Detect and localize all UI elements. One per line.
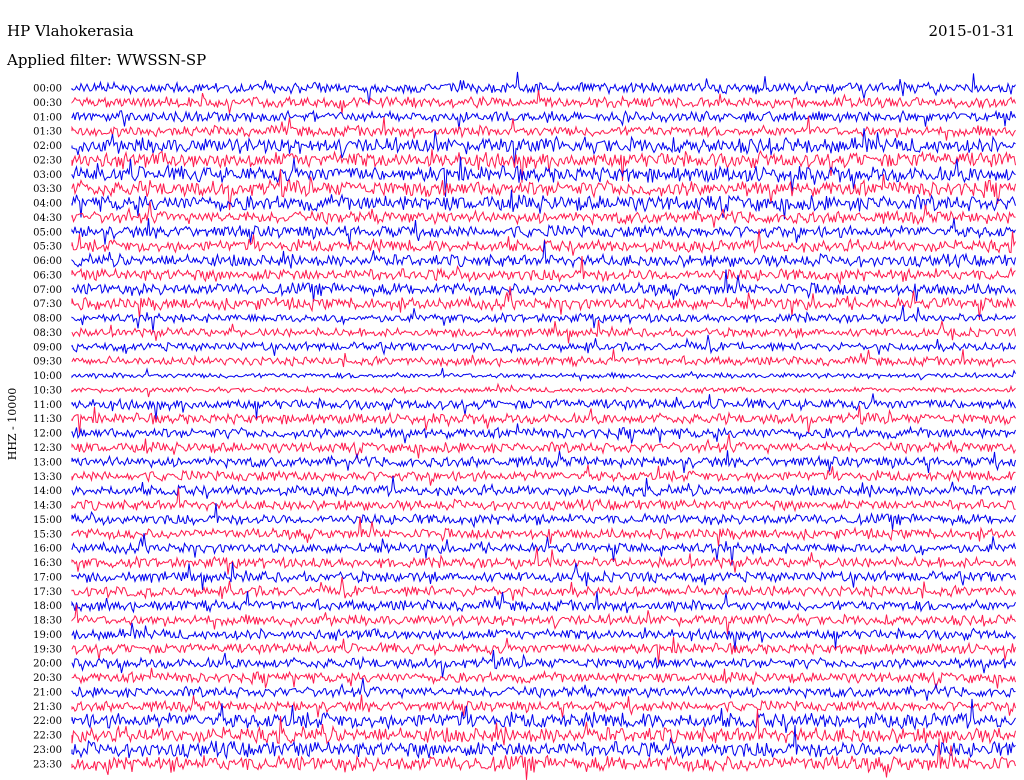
time-tick-labels: 00:00 00:30 01:00 01:30 02:00 02:30 03:00 03:30…	[33, 84, 62, 771]
tick-label-0830: 08:30	[33, 328, 62, 339]
trace-row-0900	[71, 334, 1016, 356]
trace-row-0230	[71, 149, 1016, 183]
trace-row-0830	[71, 320, 1016, 344]
trace-row-1400	[71, 476, 1016, 499]
tick-label-2330: 23:30	[33, 759, 62, 770]
trace-row-0930	[71, 349, 1016, 368]
trace-row-2100	[71, 678, 1016, 701]
trace-row-1700	[71, 562, 1016, 590]
tick-label-0400: 04:00	[33, 199, 62, 210]
tick-label-0930: 09:30	[33, 357, 62, 368]
trace-row-0330	[71, 168, 1016, 211]
trace-row-0100	[71, 109, 1016, 130]
trace-row-1200	[71, 423, 1016, 444]
trace-row-1500	[71, 503, 1016, 531]
trace-row-0430	[71, 201, 1016, 228]
tick-label-0330: 03:30	[33, 184, 62, 195]
tick-label-1600: 16:00	[33, 544, 62, 555]
trace-row-1030	[71, 382, 1016, 398]
tick-label-0030: 00:30	[33, 98, 62, 109]
y-axis-label: HHZ - 10000	[6, 388, 19, 461]
seismic-traces	[71, 71, 1016, 780]
tick-label-0600: 06:00	[33, 256, 62, 267]
tick-label-1230: 12:30	[33, 443, 62, 454]
tick-label-1500: 15:00	[33, 515, 62, 526]
tick-label-1000: 10:00	[33, 371, 62, 382]
trace-row-1330	[71, 464, 1016, 486]
trace-row-1230	[71, 433, 1016, 460]
tick-label-2030: 20:30	[33, 673, 62, 684]
applied-filter: Applied filter: WWSSN-SP	[6, 51, 206, 69]
tick-label-1430: 14:30	[33, 501, 62, 512]
tick-label-2100: 21:00	[33, 688, 62, 699]
tick-label-0230: 02:30	[33, 155, 62, 166]
trace-row-0500	[71, 218, 1016, 245]
tick-label-0730: 07:30	[33, 299, 62, 310]
tick-label-0100: 01:00	[33, 112, 62, 123]
trace-row-2030	[71, 667, 1016, 690]
tick-label-1400: 14:00	[33, 486, 62, 497]
tick-label-0700: 07:00	[33, 285, 62, 296]
tick-label-0530: 05:30	[33, 242, 62, 253]
station-title: HP Vlahokerasia	[7, 22, 134, 40]
tick-label-1730: 17:30	[33, 587, 62, 598]
tick-label-1930: 19:30	[33, 644, 62, 655]
tick-label-0800: 08:00	[33, 314, 62, 325]
trace-row-2230	[71, 709, 1016, 746]
trace-row-2330	[71, 738, 1016, 780]
tick-label-1700: 17:00	[33, 572, 62, 583]
tick-label-0430: 04:30	[33, 213, 62, 224]
trace-row-2130	[71, 694, 1016, 718]
trace-row-0800	[71, 305, 1016, 333]
tick-label-0630: 06:30	[33, 270, 62, 281]
tick-label-1100: 11:00	[33, 400, 62, 411]
tick-label-2000: 20:00	[33, 659, 62, 670]
tick-label-2230: 22:30	[33, 731, 62, 742]
tick-label-1530: 15:30	[33, 529, 62, 540]
record-date: 2015-01-31	[929, 22, 1015, 40]
tick-label-1030: 10:30	[33, 386, 62, 397]
tick-label-1200: 12:00	[33, 429, 62, 440]
helicorder-chart: HP Vlahokerasia 2015-01-31 Applied filte…	[0, 0, 1016, 780]
tick-label-0300: 03:00	[33, 170, 62, 181]
tick-label-0200: 02:00	[33, 141, 62, 152]
tick-label-2300: 23:00	[33, 745, 62, 756]
trace-row-1830	[71, 604, 1016, 635]
tick-label-1300: 13:00	[33, 457, 62, 468]
trace-row-1130	[71, 405, 1016, 434]
tick-label-1630: 16:30	[33, 558, 62, 569]
tick-label-0900: 09:00	[33, 342, 62, 353]
trace-row-1000	[71, 367, 1016, 382]
trace-row-0030	[71, 89, 1016, 114]
tick-label-2130: 21:30	[33, 702, 62, 713]
tick-label-2200: 22:00	[33, 716, 62, 727]
tick-label-0130: 01:30	[33, 127, 62, 138]
tick-label-1800: 18:00	[33, 601, 62, 612]
tick-label-1130: 11:30	[33, 414, 62, 425]
trace-row-1930	[71, 636, 1016, 664]
trace-row-1300	[71, 450, 1016, 473]
tick-label-1900: 19:00	[33, 630, 62, 641]
tick-label-1330: 13:30	[33, 472, 62, 483]
tick-label-0500: 05:00	[33, 227, 62, 238]
tick-label-0000: 00:00	[33, 84, 62, 95]
tick-label-1830: 18:30	[33, 616, 62, 627]
